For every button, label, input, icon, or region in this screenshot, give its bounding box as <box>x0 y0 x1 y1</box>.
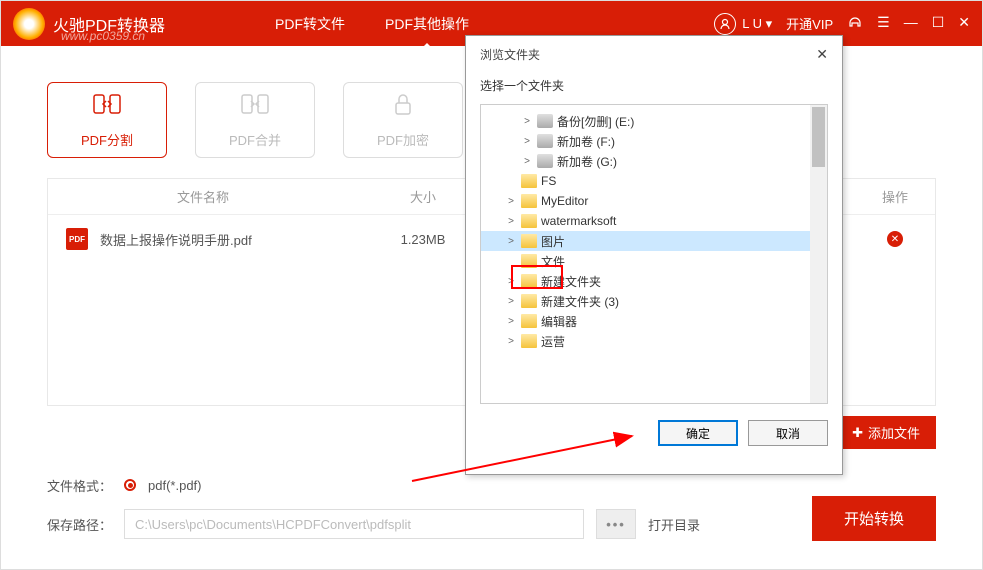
tool-pdf-split[interactable]: PDF分割 <box>47 82 167 158</box>
tree-item[interactable]: > 运营 <box>481 331 827 351</box>
folder-icon <box>521 234 537 248</box>
scroll-thumb[interactable] <box>812 107 825 167</box>
tree-item[interactable]: > MyEditor <box>481 191 827 211</box>
folder-browse-dialog: 浏览文件夹 ✕ 选择一个文件夹 > 备份[勿删] (E:) > 新加卷 (F:) > 新加… <box>465 35 843 475</box>
folder-icon <box>521 174 537 188</box>
pdf-icon: PDF <box>66 228 88 250</box>
split-icon <box>92 91 122 124</box>
format-radio[interactable] <box>124 479 136 491</box>
tree-expand-icon[interactable]: > <box>505 196 517 207</box>
tree-item-label: 备份[勿删] (E:) <box>557 113 634 130</box>
titlebar-right: L U ▾ 开通VIP ☰ — ☐ ✕ <box>714 13 970 35</box>
dialog-buttons: 确定 取消 <box>466 404 842 446</box>
tool-label: PDF合并 <box>229 130 281 149</box>
dialog-title: 浏览文件夹 <box>480 46 540 63</box>
path-row: 保存路径： C:\Users\pc\Documents\HCPDFConvert… <box>47 503 936 545</box>
close-icon[interactable]: ✕ <box>958 14 970 33</box>
path-label: 保存路径： <box>47 515 112 534</box>
window-buttons: ☰ — ☐ ✕ <box>847 14 970 33</box>
tree-item-label: watermarksoft <box>541 214 616 228</box>
dialog-subtitle: 选择一个文件夹 <box>466 73 842 104</box>
folder-tree[interactable]: > 备份[勿删] (E:) > 新加卷 (F:) > 新加卷 (G:)FS > MyEdito… <box>480 104 828 404</box>
file-name: 数据上报操作说明手册.pdf <box>100 230 252 249</box>
tree-item[interactable]: > 编辑器 <box>481 311 827 331</box>
open-dir-link[interactable]: 打开目录 <box>648 515 700 534</box>
tree-item[interactable]: > 新建文件夹 <box>481 271 827 291</box>
folder-icon <box>521 294 537 308</box>
headset-icon[interactable] <box>847 14 863 33</box>
tree-item-label: 图片 <box>541 233 565 250</box>
maximize-icon[interactable]: ☐ <box>932 14 945 33</box>
nav-pdf-other[interactable]: PDF其他操作 <box>385 2 469 46</box>
tree-item-label: 编辑器 <box>541 313 577 330</box>
dialog-titlebar: 浏览文件夹 ✕ <box>466 36 842 73</box>
vip-link[interactable]: 开通VIP <box>786 14 833 33</box>
menu-icon[interactable]: ☰ <box>877 14 890 33</box>
tree-expand-icon[interactable]: > <box>505 276 517 287</box>
tree-expand-icon[interactable]: > <box>505 216 517 227</box>
tree-item[interactable]: FS <box>481 171 827 191</box>
tool-pdf-encrypt[interactable]: PDF加密 <box>343 82 463 158</box>
tree-expand-icon[interactable]: > <box>505 316 517 327</box>
folder-icon <box>521 314 537 328</box>
delete-row-button[interactable]: ✕ <box>887 231 903 247</box>
tree-item-label: 文件 <box>541 253 565 270</box>
tree-item-label: 新加卷 (G:) <box>557 153 617 170</box>
drive-icon <box>537 114 553 128</box>
tool-label: PDF加密 <box>377 130 429 149</box>
watermark-text: www.pc0359.cn <box>61 29 145 43</box>
add-file-label: 添加文件 <box>868 423 920 442</box>
folder-icon <box>521 274 537 288</box>
user-label: L U ▾ <box>742 16 772 32</box>
merge-icon <box>240 91 270 124</box>
tree-item-label: 新加卷 (F:) <box>557 133 615 150</box>
tree-item[interactable]: > 图片 <box>481 231 827 251</box>
drive-icon <box>537 134 553 148</box>
col-header-name: 文件名称 <box>48 187 358 206</box>
tree-expand-icon[interactable]: > <box>521 136 533 147</box>
tree-item-label: 新建文件夹 <box>541 273 601 290</box>
folder-icon <box>521 254 537 268</box>
lock-icon <box>391 91 415 124</box>
tree-item[interactable]: > 新加卷 (F:) <box>481 131 827 151</box>
tree-item-label: MyEditor <box>541 194 588 208</box>
tree-scrollbar[interactable] <box>810 105 827 403</box>
dialog-close-button[interactable]: ✕ <box>816 46 828 63</box>
nav-pdf-convert[interactable]: PDF转文件 <box>275 2 345 46</box>
app-logo-icon <box>13 8 45 40</box>
folder-icon <box>521 194 537 208</box>
folder-icon <box>521 214 537 228</box>
tree-item-label: FS <box>541 174 556 188</box>
dialog-ok-button[interactable]: 确定 <box>658 420 738 446</box>
format-label: 文件格式： <box>47 476 112 495</box>
tree-expand-icon[interactable]: > <box>505 236 517 247</box>
main-nav: PDF转文件 PDF其他操作 <box>275 2 469 46</box>
tool-label: PDF分割 <box>81 130 133 149</box>
tree-item-label: 运营 <box>541 333 565 350</box>
drive-icon <box>537 154 553 168</box>
tree-item[interactable]: > watermarksoft <box>481 211 827 231</box>
user-avatar-icon <box>714 13 736 35</box>
format-value: pdf(*.pdf) <box>148 478 201 493</box>
tree-item[interactable]: > 新建文件夹 (3) <box>481 291 827 311</box>
dialog-cancel-button[interactable]: 取消 <box>748 420 828 446</box>
tool-pdf-merge[interactable]: PDF合并 <box>195 82 315 158</box>
tree-expand-icon[interactable]: > <box>521 156 533 167</box>
tree-item[interactable]: > 新加卷 (G:) <box>481 151 827 171</box>
folder-icon <box>521 334 537 348</box>
browse-button[interactable]: ••• <box>596 509 636 539</box>
user-menu[interactable]: L U ▾ <box>714 13 772 35</box>
col-header-op: 操作 <box>855 187 935 206</box>
plus-icon: ✚ <box>852 425 863 441</box>
tree-expand-icon[interactable]: > <box>505 336 517 347</box>
tree-item-label: 新建文件夹 (3) <box>541 293 619 310</box>
tree-item[interactable]: 文件 <box>481 251 827 271</box>
tree-item[interactable]: > 备份[勿删] (E:) <box>481 111 827 131</box>
convert-button[interactable]: 开始转换 <box>812 496 936 541</box>
path-input[interactable]: C:\Users\pc\Documents\HCPDFConvert\pdfsp… <box>124 509 584 539</box>
minimize-icon[interactable]: — <box>904 14 918 33</box>
tree-expand-icon[interactable]: > <box>521 116 533 127</box>
add-file-button[interactable]: ✚ 添加文件 <box>836 416 936 449</box>
tree-expand-icon[interactable]: > <box>505 296 517 307</box>
